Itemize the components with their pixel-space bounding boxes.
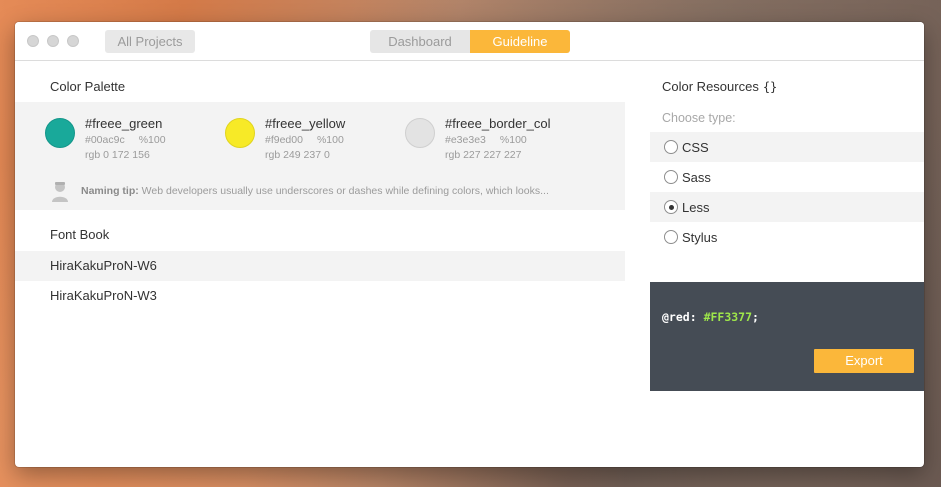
all-projects-button[interactable]: All Projects [105,30,195,53]
color-rgb: rgb 227 227 227 [445,149,522,161]
type-option-stylus[interactable]: Stylus [650,222,924,252]
color-alpha: %100 [138,134,166,146]
type-option-sass[interactable]: Sass [650,162,924,192]
color-rgb: rgb 249 237 0 [265,149,330,161]
code-preview-panel: @red: #FF3377; Export [650,282,924,391]
color-hex: #00ac9c [85,134,125,146]
tab-guideline[interactable]: Guideline [470,30,570,53]
type-option-label: Sass [682,169,711,185]
export-button[interactable]: Export [814,349,914,373]
color-name: #freee_green [85,116,163,131]
type-option-less[interactable]: Less [650,192,924,222]
user-avatar-icon [52,182,68,202]
type-option-label: CSS [682,139,709,155]
view-switcher: Dashboard Guideline [370,30,570,53]
code-terminator: ; [752,310,759,324]
type-option-label: Stylus [682,229,718,245]
yellow-swatch[interactable] [225,118,255,148]
color-hex-alpha: #e3e3e3 %100 [445,134,527,146]
type-option-css[interactable]: CSS [650,132,924,162]
radio-button[interactable] [664,230,678,244]
naming-tip-label: Naming tip: [81,185,139,197]
color-hex: #e3e3e3 [445,134,486,146]
naming-tip-text: Web developers usually use underscores o… [138,185,549,197]
color-rgb: rgb 0 172 156 [85,149,150,161]
code-value: #FF3377 [703,310,753,324]
color-alpha: %100 [499,134,527,146]
color-alpha: %100 [316,134,344,146]
color-name: #freee_yellow [265,116,346,131]
font-item[interactable]: HiraKakuProN-W6 [15,251,625,281]
type-option-label: Less [682,199,710,215]
color-hex-alpha: #00ac9c %100 [85,134,166,146]
green-swatch[interactable] [45,118,75,148]
color-name: #freee_border_col [445,116,551,131]
tab-dashboard[interactable]: Dashboard [370,30,470,53]
color-resources-label: Color Resources [662,79,759,94]
radio-button[interactable] [664,140,678,154]
color-resources-title: Color Resources{} [662,79,777,94]
color-palette-title: Color Palette [50,79,126,94]
close-window-button[interactable] [27,35,39,47]
choose-type-label: Choose type: [662,111,736,125]
radio-button[interactable] [664,170,678,184]
naming-tip: Naming tip: Web developers usually use u… [81,185,616,197]
border-color-swatch[interactable] [405,118,435,148]
font-item[interactable]: HiraKakuProN-W3 [15,281,625,311]
app-window: All Projects Dashboard Guideline Color P… [15,22,924,467]
font-book-title: Font Book [50,227,110,242]
braces-icon: {} [762,80,778,94]
code-variable: @red: [662,310,697,324]
color-hex-alpha: #f9ed00 %100 [265,134,344,146]
radio-button-checked[interactable] [664,200,678,214]
color-hex: #f9ed00 [265,134,303,146]
code-snippet: @red: #FF3377; [662,310,759,324]
title-bar: All Projects Dashboard Guideline [15,22,924,61]
minimize-window-button[interactable] [47,35,59,47]
zoom-window-button[interactable] [67,35,79,47]
